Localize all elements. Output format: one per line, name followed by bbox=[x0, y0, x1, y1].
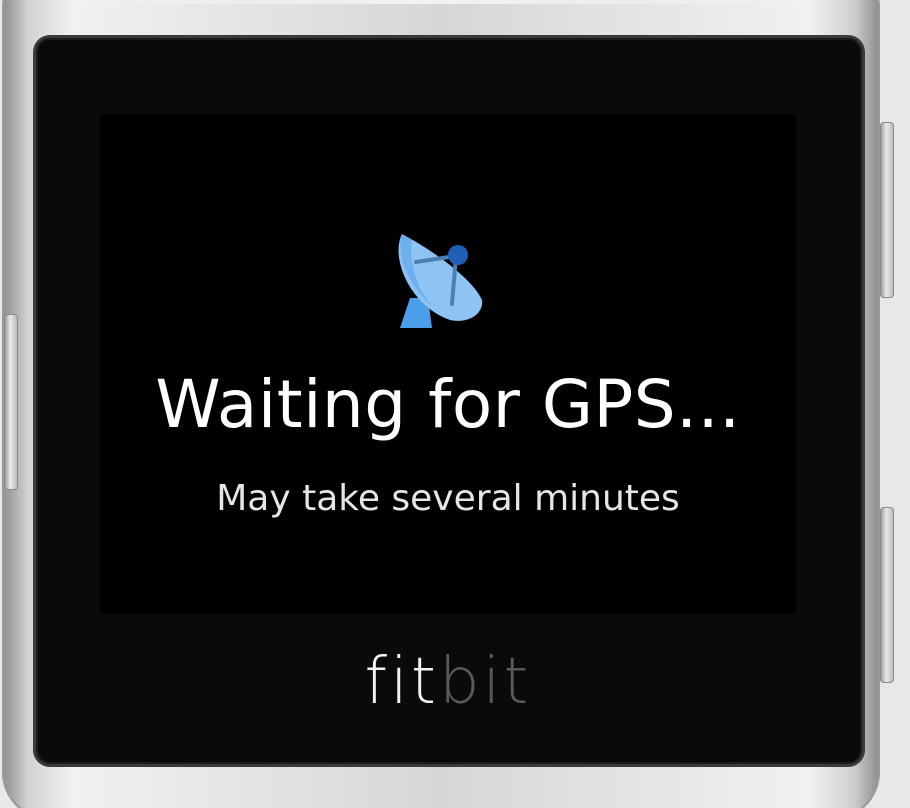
bottom-right-button[interactable] bbox=[880, 507, 894, 683]
gps-status-title: Waiting for GPS... bbox=[155, 366, 741, 443]
left-side-button[interactable] bbox=[4, 314, 18, 490]
top-right-button[interactable] bbox=[880, 122, 894, 298]
case-shine bbox=[62, 0, 822, 4]
logo-part-bit: bit bbox=[438, 645, 532, 719]
watch-frame: Waiting for GPS... May take several minu… bbox=[0, 0, 910, 808]
satellite-dish-icon bbox=[398, 234, 483, 328]
logo-part-fit: fit bbox=[364, 645, 439, 719]
gps-status-subtitle: May take several minutes bbox=[216, 478, 680, 519]
fitbit-logo: fitbit bbox=[300, 642, 596, 722]
